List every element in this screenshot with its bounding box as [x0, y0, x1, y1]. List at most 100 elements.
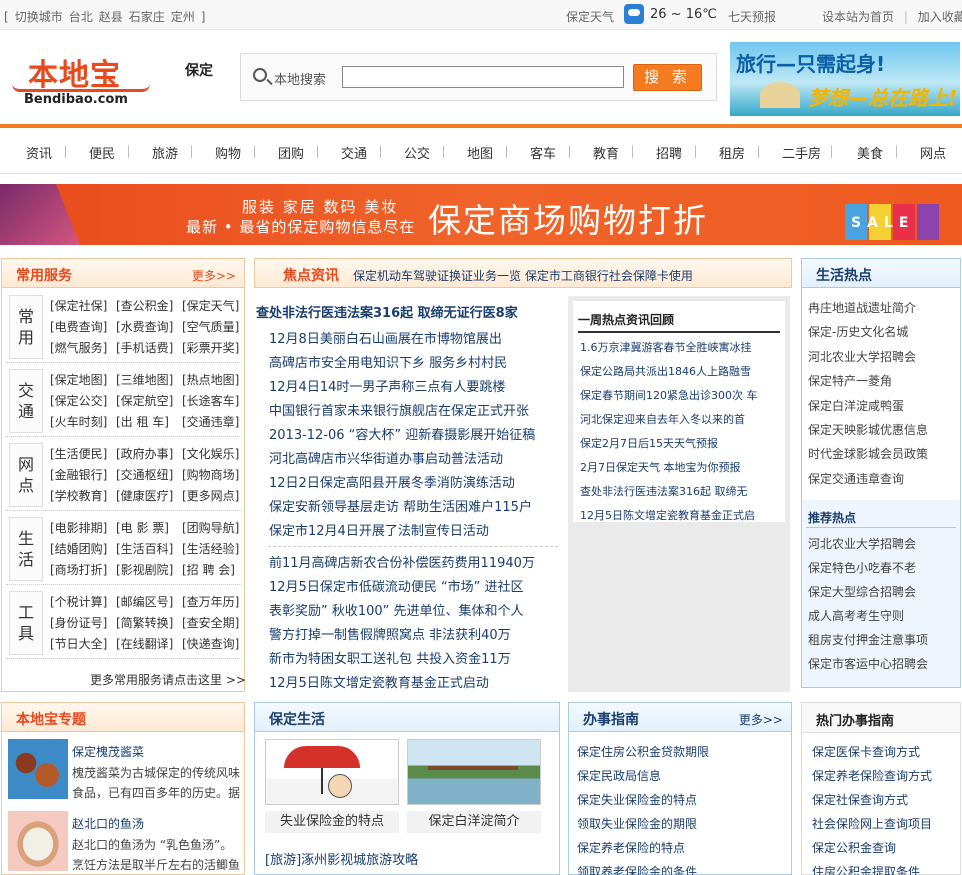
service-link[interactable]: [学校教育] — [50, 487, 107, 504]
search-input[interactable] — [342, 66, 624, 88]
service-link[interactable]: [金融银行] — [50, 466, 107, 483]
hot-guide-item[interactable]: 保定社保查询方式 — [812, 791, 908, 808]
fish-soup-image[interactable] — [8, 811, 68, 871]
service-link[interactable]: [政府办事] — [116, 445, 173, 462]
focus-ticker[interactable]: 保定机动车驾驶证换证业务一览 保定市工商银行社会保障卡使用 — [353, 267, 693, 284]
topic-item-title[interactable]: 赵北口的鱼汤 — [72, 815, 144, 832]
umbrella-cartoon-image[interactable] — [265, 739, 399, 805]
nav-item-1[interactable]: 便民 — [89, 143, 115, 162]
nav-item-0[interactable]: 资讯 — [26, 143, 52, 162]
hot-guide-item[interactable]: 住房公积金提取条件 — [812, 863, 920, 875]
shopping-banner[interactable]: 服装 家居 数码 美妆 最新 • 最省的保定购物信息尽在 保定商场购物打折 SA… — [0, 184, 962, 245]
service-link[interactable]: [生活便民] — [50, 445, 107, 462]
service-link[interactable]: [影视剧院] — [116, 561, 173, 578]
pic-caption[interactable]: 失业保险金的特点 — [265, 811, 399, 833]
life-item[interactable]: 时代金球影城会员政策 — [808, 445, 928, 462]
news-item[interactable]: 12月4日14时一男子声称三点有人要跳楼 — [269, 376, 505, 395]
pickle-image[interactable] — [8, 739, 68, 799]
services-more-all-link[interactable]: 更多常用服务请点击这里 >> — [90, 671, 246, 688]
hot-guide-item[interactable]: 保定医保卡查询方式 — [812, 743, 920, 760]
pic-caption[interactable]: 保定白洋淀简介 — [407, 811, 541, 833]
life-item[interactable]: 保定-历史文化名城 — [808, 323, 908, 340]
city-link-dingzhou[interactable]: 定州 — [171, 10, 195, 24]
service-link[interactable]: [结婚团购] — [50, 540, 107, 557]
recommend-item[interactable]: 保定市客运中心招聘会 — [808, 655, 928, 672]
service-link[interactable]: [电影排期] — [50, 519, 107, 536]
weekly-item[interactable]: 查处非法行医违法案316起 取缔无 — [580, 483, 780, 499]
news-item[interactable]: 12月5日陈文增定瓷教育基金正式启动 — [269, 672, 489, 691]
news-item[interactable]: 中国银行首家未来银行旗舰店在保定正式开张 — [269, 400, 529, 419]
baiyangdian-image[interactable] — [407, 739, 541, 805]
topic-item-title[interactable]: 保定槐茂酱菜 — [72, 743, 144, 760]
hot-guide-item[interactable]: 保定养老保险查询方式 — [812, 767, 932, 784]
recommend-item[interactable]: 保定特色小吃春不老 — [808, 559, 916, 576]
weekly-item[interactable]: 1.6万京津冀游客春节全胜峡寓冰挂 — [580, 339, 780, 355]
weekly-item[interactable]: 保定春节期间120紧急出诊300次 车 — [580, 387, 780, 403]
nav-item-13[interactable]: 美食 — [857, 143, 883, 162]
weekly-item[interactable]: 12月5日陈文增定瓷教育基金正式启 — [580, 507, 780, 523]
service-link[interactable]: [空气质量] — [182, 318, 239, 335]
service-link[interactable]: [生活经验] — [182, 540, 239, 557]
news-item[interactable]: 保定安新领导基层走访 帮助生活困难户115户 — [269, 496, 532, 515]
nav-item-10[interactable]: 招聘 — [656, 143, 682, 162]
nav-item-4[interactable]: 团购 — [278, 143, 304, 162]
city-link-taibei[interactable]: 台北 — [69, 10, 93, 24]
service-link[interactable]: [火车时刻] — [50, 413, 107, 430]
service-link[interactable]: [保定地图] — [50, 371, 107, 388]
travel-ad[interactable]: 旅行—只需起身! 梦想—总在路上! — [730, 42, 960, 116]
guide-item[interactable]: 领取养老保险金的条件 — [577, 863, 697, 875]
guide-item[interactable]: 保定失业保险金的特点 — [577, 791, 697, 808]
news-item[interactable]: 警方打掉一制售假牌照窝点 非法获利40万 — [269, 624, 511, 643]
news-item[interactable]: 新市为特困女职工送礼包 共投入资金11万 — [269, 648, 511, 667]
life-item[interactable]: 保定特产一菱角 — [808, 372, 892, 389]
service-link[interactable]: [保定公交] — [50, 392, 107, 409]
news-item[interactable]: 保定市12月4日开展了法制宣传日活动 — [269, 520, 489, 539]
live-link[interactable]: [旅游]涿州影视城旅游攻略 — [265, 849, 418, 868]
forecast-link[interactable]: 七天预报 — [728, 8, 776, 25]
weekly-item[interactable]: 保定公路局共派出1846人上路融雪 — [580, 363, 780, 379]
news-item[interactable]: 12月5日保定市低碳流动便民 “市场” 进社区 — [269, 576, 524, 595]
weather-label[interactable]: 保定天气 — [566, 8, 614, 25]
life-item[interactable]: 河北农业大学招聘会 — [808, 348, 916, 365]
news-item[interactable]: 2013-12-06 “容大杯” 迎新春摄影展开始征稿 — [269, 424, 535, 443]
guide-item[interactable]: 保定民政局信息 — [577, 767, 661, 784]
focus-headline[interactable]: 查处非法行医违法案316起 取缔无证行医8家 — [256, 302, 518, 321]
service-link[interactable]: [简繁转换] — [116, 614, 173, 631]
service-link[interactable]: [保定航空] — [116, 392, 173, 409]
service-link[interactable]: [燃气服务] — [50, 339, 107, 356]
services-more-link[interactable]: 更多>> — [192, 267, 236, 284]
life-item[interactable]: 冉庄地道战遗址简介 — [808, 299, 916, 316]
service-link[interactable]: [节日大全] — [50, 635, 107, 652]
nav-item-2[interactable]: 旅游 — [152, 143, 178, 162]
logo[interactable]: 本地宝 Bendibao.com — [10, 50, 150, 108]
life-item[interactable]: 保定白洋淀咸鸭蛋 — [808, 397, 904, 414]
service-link[interactable]: [更多网点] — [182, 487, 239, 504]
service-link[interactable]: [购物商场] — [182, 466, 239, 483]
weekly-item[interactable]: 河北保定迎来自去年入冬以来的首 — [580, 411, 780, 427]
life-item[interactable]: 保定天映影城优惠信息 — [808, 421, 928, 438]
service-link[interactable]: [电费查询] — [50, 318, 107, 335]
recommend-item[interactable]: 成人高考考生守则 — [808, 607, 904, 624]
news-item[interactable]: 12日2日保定高阳县开展冬季消防演练活动 — [269, 472, 515, 491]
service-link[interactable]: [文化娱乐] — [182, 445, 239, 462]
service-link[interactable]: [招 聘 会] — [182, 561, 235, 578]
recommend-item[interactable]: 租房支付押金注意事项 — [808, 631, 928, 648]
guide-more-link[interactable]: 更多>> — [739, 711, 783, 728]
service-link[interactable]: [在线翻译] — [116, 635, 173, 652]
city-link-zhaoxian[interactable]: 赵县 — [99, 10, 123, 24]
nav-item-9[interactable]: 教育 — [593, 143, 619, 162]
city-link-shijiazhuang[interactable]: 石家庄 — [129, 10, 165, 24]
news-item[interactable]: 12月8日美丽白石山画展在市博物馆展出 — [269, 328, 502, 347]
service-link[interactable]: [生活百科] — [116, 540, 173, 557]
guide-item[interactable]: 领取失业保险金的期限 — [577, 815, 697, 832]
service-link[interactable]: [交通违章] — [182, 413, 239, 430]
service-link[interactable]: [交通枢纽] — [116, 466, 173, 483]
service-link[interactable]: [彩票开奖] — [182, 339, 239, 356]
news-item[interactable]: 高碑店市安全用电知识下乡 服务乡村村民 — [269, 352, 507, 371]
service-link[interactable]: [保定社保] — [50, 297, 107, 314]
guide-item[interactable]: 保定养老保险的特点 — [577, 839, 685, 856]
bookmark-link[interactable]: 加入收藏 — [918, 10, 962, 24]
nav-item-5[interactable]: 交通 — [341, 143, 367, 162]
service-link[interactable]: [健康医疗] — [116, 487, 173, 504]
nav-item-14[interactable]: 网点 — [920, 143, 946, 162]
